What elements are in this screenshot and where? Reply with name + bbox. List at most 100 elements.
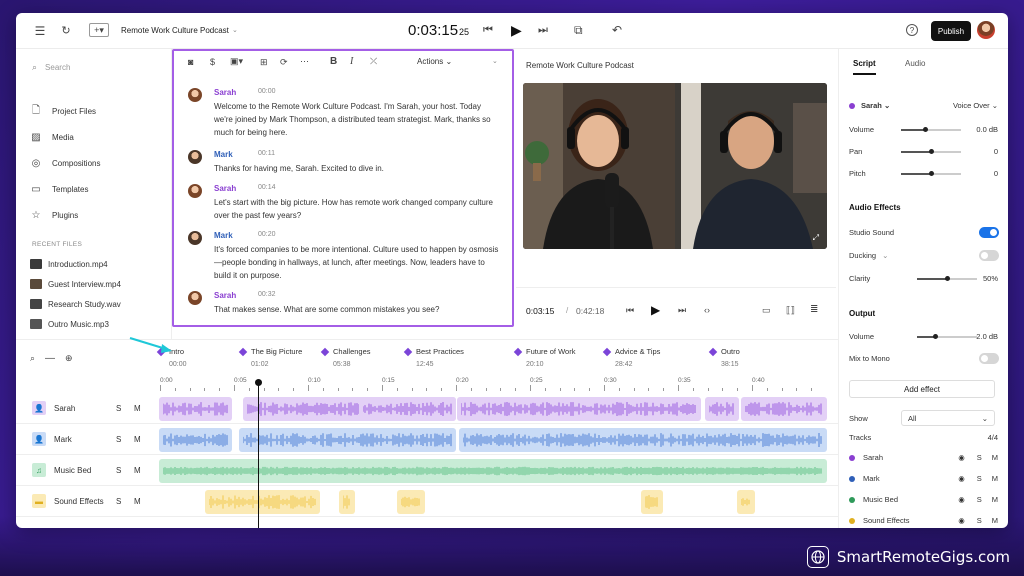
menu-icon[interactable]: ☰ — [34, 24, 46, 38]
pitch-slider[interactable] — [901, 171, 961, 176]
add-media-icon[interactable]: +▾ — [89, 23, 109, 37]
transcript-text[interactable]: Thanks for having me, Sarah. Excited to … — [214, 162, 499, 175]
sidebar-item-media[interactable]: ▨ Media — [30, 131, 74, 143]
speaker-name[interactable]: Sarah — [214, 184, 236, 193]
chapter-marker[interactable]: Best Practices — [403, 347, 464, 356]
fullscreen-icon[interactable]: ⤢ — [813, 233, 819, 243]
play-icon[interactable]: ▶ — [651, 303, 660, 317]
zoom-out-icon[interactable]: — — [45, 353, 55, 364]
recent-file[interactable]: Introduction.mp4 — [30, 259, 108, 269]
mute-button[interactable]: M — [134, 404, 141, 413]
sidebar-item-project-files[interactable]: 🗋 Project Files — [30, 105, 96, 117]
chapter-marker[interactable]: Outro — [708, 347, 740, 356]
audio-clip[interactable] — [359, 397, 456, 421]
video-icon[interactable]: ▣▾ — [230, 56, 243, 67]
audio-clip[interactable] — [397, 490, 425, 514]
mute-button[interactable]: M — [992, 453, 998, 462]
code-icon[interactable]: ‹› — [704, 305, 710, 315]
audio-clip[interactable] — [339, 490, 355, 514]
recent-file[interactable]: Research Study.wav — [30, 299, 121, 309]
undo-icon[interactable]: ↶ — [612, 23, 622, 37]
skip-back-icon[interactable]: ⏮ — [483, 24, 493, 37]
clarity-slider[interactable] — [917, 276, 977, 281]
chevron-down-icon[interactable]: ⌄ — [232, 26, 238, 34]
speaker-name[interactable]: Sarah — [214, 291, 236, 300]
dollar-icon[interactable]: $ — [210, 57, 215, 67]
mute-button[interactable]: M — [992, 516, 998, 525]
chapter-marker[interactable]: Future of Work — [513, 347, 575, 356]
eye-icon[interactable]: ◉ — [958, 495, 965, 504]
audio-clip[interactable] — [205, 490, 320, 514]
audio-clip[interactable] — [737, 490, 755, 514]
mute-button[interactable]: M — [134, 435, 141, 444]
slider-knob[interactable] — [929, 171, 934, 176]
chevron-down-icon[interactable]: ⌄ — [882, 251, 888, 260]
eye-icon[interactable]: ◉ — [958, 474, 965, 483]
play-icon[interactable]: ▶ — [511, 22, 522, 39]
transcript-entry[interactable]: Mark 00:20 It's forced companies to be m… — [188, 231, 506, 282]
mute-button[interactable]: M — [134, 466, 141, 475]
skip-forward-icon[interactable]: ⏭ — [538, 24, 548, 37]
mute-button[interactable]: M — [134, 497, 141, 506]
solo-button[interactable]: S — [977, 516, 982, 525]
recent-file[interactable]: Guest Interview.mp4 — [30, 279, 121, 289]
voice-select[interactable]: Voice Over ⌄ — [953, 101, 998, 110]
sidebar-item-templates[interactable]: ▭ Templates — [30, 183, 88, 195]
transcript-text[interactable]: That makes sense. What are some common m… — [214, 303, 499, 316]
transcript-entry[interactable]: Mark 00:11 Thanks for having me, Sarah. … — [188, 150, 506, 174]
chevron-down-icon[interactable]: ⌄ — [492, 57, 498, 65]
solo-button[interactable]: S — [116, 404, 121, 413]
transcript-text[interactable]: It's forced companies to be more intenti… — [214, 243, 499, 282]
audio-clip[interactable] — [159, 428, 232, 452]
transcript-entry[interactable]: Sarah 00:14 Let's start with the big pic… — [188, 184, 506, 220]
show-select[interactable]: All ⌄ — [901, 410, 995, 426]
mute-button[interactable]: M — [992, 474, 998, 483]
track-name[interactable]: Sarah — [54, 404, 75, 413]
track-name[interactable]: Sound Effects — [54, 497, 104, 506]
slider-knob[interactable] — [929, 149, 934, 154]
list-icon[interactable]: ≣ — [810, 304, 818, 315]
track-list-item[interactable]: Sound Effects ◉ S M — [849, 516, 998, 525]
speaker-name[interactable]: Mark — [214, 150, 233, 159]
sidebar-item-plugins[interactable]: ☆ Plugins — [30, 209, 79, 221]
skip-forward-icon[interactable]: ⏭ — [678, 305, 686, 316]
eye-icon[interactable]: ◉ — [958, 516, 965, 525]
studio-sound-toggle[interactable] — [979, 227, 999, 238]
transcript-entry[interactable]: Sarah 00:00 Welcome to the Remote Work C… — [188, 88, 506, 139]
volume-slider[interactable] — [901, 127, 961, 132]
clear-format-icon[interactable]: ⤫ — [370, 56, 377, 67]
skip-back-icon[interactable]: ⏮ — [626, 305, 634, 316]
audio-clip[interactable] — [459, 428, 827, 452]
chapter-marker[interactable]: Advice & Tips — [602, 347, 660, 356]
track-name[interactable]: Mark — [54, 435, 72, 444]
duplicate-icon[interactable]: ⧉ — [574, 23, 583, 38]
mix-mono-toggle[interactable] — [979, 353, 999, 364]
speaker-name[interactable]: Sarah — [214, 88, 236, 97]
italic-icon[interactable]: I — [350, 56, 353, 67]
add-effect-button[interactable]: Add effect — [849, 380, 995, 398]
audio-clip[interactable] — [705, 397, 739, 421]
slider-knob[interactable] — [933, 334, 938, 339]
solo-button[interactable]: S — [977, 474, 982, 483]
tab-script[interactable]: Script — [853, 59, 876, 75]
track-name[interactable]: Music Bed — [54, 466, 91, 475]
camera-icon[interactable]: ◙ — [188, 57, 193, 67]
slider-knob[interactable] — [923, 127, 928, 132]
audio-clip[interactable] — [457, 397, 701, 421]
tab-audio[interactable]: Audio — [905, 59, 925, 68]
search-icon[interactable]: ⌕ — [30, 353, 35, 364]
solo-button[interactable]: S — [977, 495, 982, 504]
playhead-handle[interactable] — [255, 379, 262, 386]
solo-button[interactable]: S — [116, 466, 121, 475]
pan-slider[interactable] — [901, 149, 961, 154]
audio-clip[interactable] — [159, 459, 827, 483]
captions-icon[interactable]: ▭ — [762, 305, 771, 316]
speaker-select[interactable]: Sarah ⌄ — [861, 101, 890, 110]
transcript-text[interactable]: Welcome to the Remote Work Culture Podca… — [214, 100, 499, 139]
bold-icon[interactable]: B — [330, 56, 337, 67]
solo-button[interactable]: S — [116, 497, 121, 506]
chapter-marker[interactable]: Challenges — [320, 347, 371, 356]
sidebar-item-compositions[interactable]: ◎ Compositions — [30, 157, 101, 169]
output-volume-slider[interactable] — [917, 334, 977, 339]
video-frame[interactable]: ⤢ — [523, 83, 827, 249]
